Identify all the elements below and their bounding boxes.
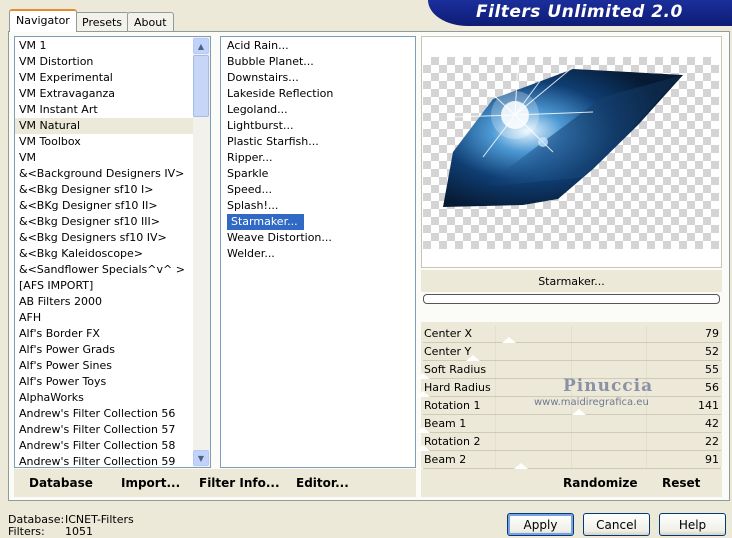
- category-item[interactable]: Andrew's Filter Collection 58: [15, 438, 193, 454]
- param-slider[interactable]: Rotation 2 22: [416, 433, 721, 451]
- category-item[interactable]: &<Background Designers IV>: [15, 166, 193, 182]
- category-item[interactable]: &<BKg Designer sf10 II>: [15, 198, 193, 214]
- filter-item[interactable]: Plastic Starfish...: [227, 134, 319, 150]
- category-item[interactable]: Andrew's Filter Collection 57: [15, 422, 193, 438]
- param-slider[interactable]: Center Y 52: [423, 343, 721, 361]
- category-item[interactable]: &<Bkg Designer sf10 III>: [15, 214, 193, 230]
- param-slider[interactable]: Center X 79: [423, 325, 721, 343]
- category-item[interactable]: Andrew's Filter Collection 59: [15, 454, 193, 467]
- param-value: 141: [698, 399, 719, 412]
- filters-count: 1051: [65, 525, 93, 538]
- scroll-up-button[interactable]: ▲: [193, 38, 209, 54]
- filter-item[interactable]: Speed...: [227, 182, 272, 198]
- watermark-url: www.maidiregrafica.eu: [534, 397, 649, 408]
- filter-item[interactable]: Acid Rain...: [227, 38, 289, 54]
- param-label: Beam 1: [424, 417, 467, 430]
- param-value: 52: [705, 345, 719, 358]
- randomize-button[interactable]: Randomize: [563, 476, 637, 490]
- category-item[interactable]: &<Bkg Kaleidoscope>: [15, 246, 193, 262]
- category-item[interactable]: AlphaWorks: [15, 390, 193, 406]
- param-slider[interactable]: Beam 2 91: [423, 451, 721, 469]
- filter-item[interactable]: Splash!...: [227, 198, 278, 214]
- editor-button[interactable]: Editor...: [296, 476, 349, 490]
- chevron-down-icon: ▼: [197, 453, 205, 463]
- tab-navigator[interactable]: Navigator: [9, 9, 77, 32]
- param-value: 22: [705, 435, 719, 448]
- category-item[interactable]: &<Bkg Designers sf10 IV>: [15, 230, 193, 246]
- category-item[interactable]: [AFS IMPORT]: [15, 278, 193, 294]
- chevron-up-icon: ▲: [197, 41, 205, 51]
- filter-item[interactable]: Welder...: [227, 246, 275, 262]
- param-value: 91: [705, 453, 719, 466]
- category-item[interactable]: VM: [15, 150, 193, 166]
- reset-button[interactable]: Reset: [662, 476, 700, 490]
- tab-about[interactable]: About: [127, 12, 174, 31]
- param-label: Beam 2: [424, 453, 467, 466]
- category-item[interactable]: VM Toolbox: [15, 134, 193, 150]
- category-item[interactable]: &<Sandflower Specials^v^ >: [15, 262, 193, 278]
- database-button[interactable]: Database: [29, 476, 93, 490]
- filter-item[interactable]: Starmaker...: [227, 214, 304, 230]
- category-item[interactable]: VM Instant Art: [15, 102, 193, 118]
- preview-filter-name: Starmaker...: [421, 270, 722, 292]
- import-button[interactable]: Import...: [121, 476, 180, 490]
- apply-button[interactable]: Apply: [507, 513, 574, 536]
- filter-item[interactable]: Sparkle: [227, 166, 268, 182]
- category-item[interactable]: &<Bkg Designer sf10 I>: [15, 182, 193, 198]
- param-label: Rotation 2: [424, 435, 481, 448]
- category-item[interactable]: VM Distortion: [15, 54, 193, 70]
- category-item[interactable]: AFH: [15, 310, 193, 326]
- category-item[interactable]: VM Extravaganza: [15, 86, 193, 102]
- param-slider[interactable]: Beam 1 42: [416, 415, 721, 433]
- scroll-down-button[interactable]: ▼: [193, 450, 209, 466]
- param-label: Hard Radius: [424, 381, 491, 394]
- category-item[interactable]: AB Filters 2000: [15, 294, 193, 310]
- category-item[interactable]: VM Experimental: [15, 70, 193, 86]
- param-value: 79: [705, 327, 719, 340]
- filter-item[interactable]: Bubble Planet...: [227, 54, 314, 70]
- help-button[interactable]: Help: [659, 513, 726, 536]
- app-title: Filters Unlimited 2.0: [476, 2, 683, 22]
- filter-item[interactable]: Legoland...: [227, 102, 288, 118]
- progress-bar: [423, 294, 720, 304]
- filter-item[interactable]: Downstairs...: [227, 70, 299, 86]
- param-label: Center Y: [424, 345, 472, 358]
- param-value: 56: [705, 381, 719, 394]
- filter-item[interactable]: Lakeside Reflection: [227, 86, 333, 102]
- cancel-button[interactable]: Cancel: [583, 513, 650, 536]
- param-value: 42: [705, 417, 719, 430]
- category-item[interactable]: Alf's Power Grads: [15, 342, 193, 358]
- category-item[interactable]: VM Natural: [15, 118, 193, 134]
- preview-image: [443, 60, 683, 207]
- filter-list[interactable]: Acid Rain... Bubble Planet... Downstairs..…: [220, 36, 416, 468]
- param-label: Center X: [424, 327, 473, 340]
- filter-info-button[interactable]: Filter Info...: [199, 476, 280, 490]
- category-list[interactable]: VM 1 VM Distortion VM Experimental VM Extra…: [14, 36, 211, 468]
- tab-presets[interactable]: Presets: [75, 12, 130, 31]
- filter-item[interactable]: Ripper...: [227, 150, 272, 166]
- filter-item[interactable]: Lightburst...: [227, 118, 293, 134]
- param-value: 55: [705, 363, 719, 376]
- filters-label: Filters:: [8, 525, 45, 538]
- param-label: Soft Radius: [424, 363, 487, 376]
- filter-item[interactable]: Weave Distortion...: [227, 230, 332, 246]
- category-item[interactable]: Andrew's Filter Collection 56: [15, 406, 193, 422]
- scroll-thumb[interactable]: [193, 55, 209, 117]
- category-item[interactable]: Alf's Power Toys: [15, 374, 193, 390]
- category-item[interactable]: VM 1: [15, 38, 193, 54]
- category-item[interactable]: Alf's Power Sines: [15, 358, 193, 374]
- param-label: Rotation 1: [424, 399, 481, 412]
- preview-canvas: [423, 57, 719, 249]
- category-item[interactable]: Alf's Border FX: [15, 326, 193, 342]
- watermark-name: Pinuccia: [563, 376, 654, 396]
